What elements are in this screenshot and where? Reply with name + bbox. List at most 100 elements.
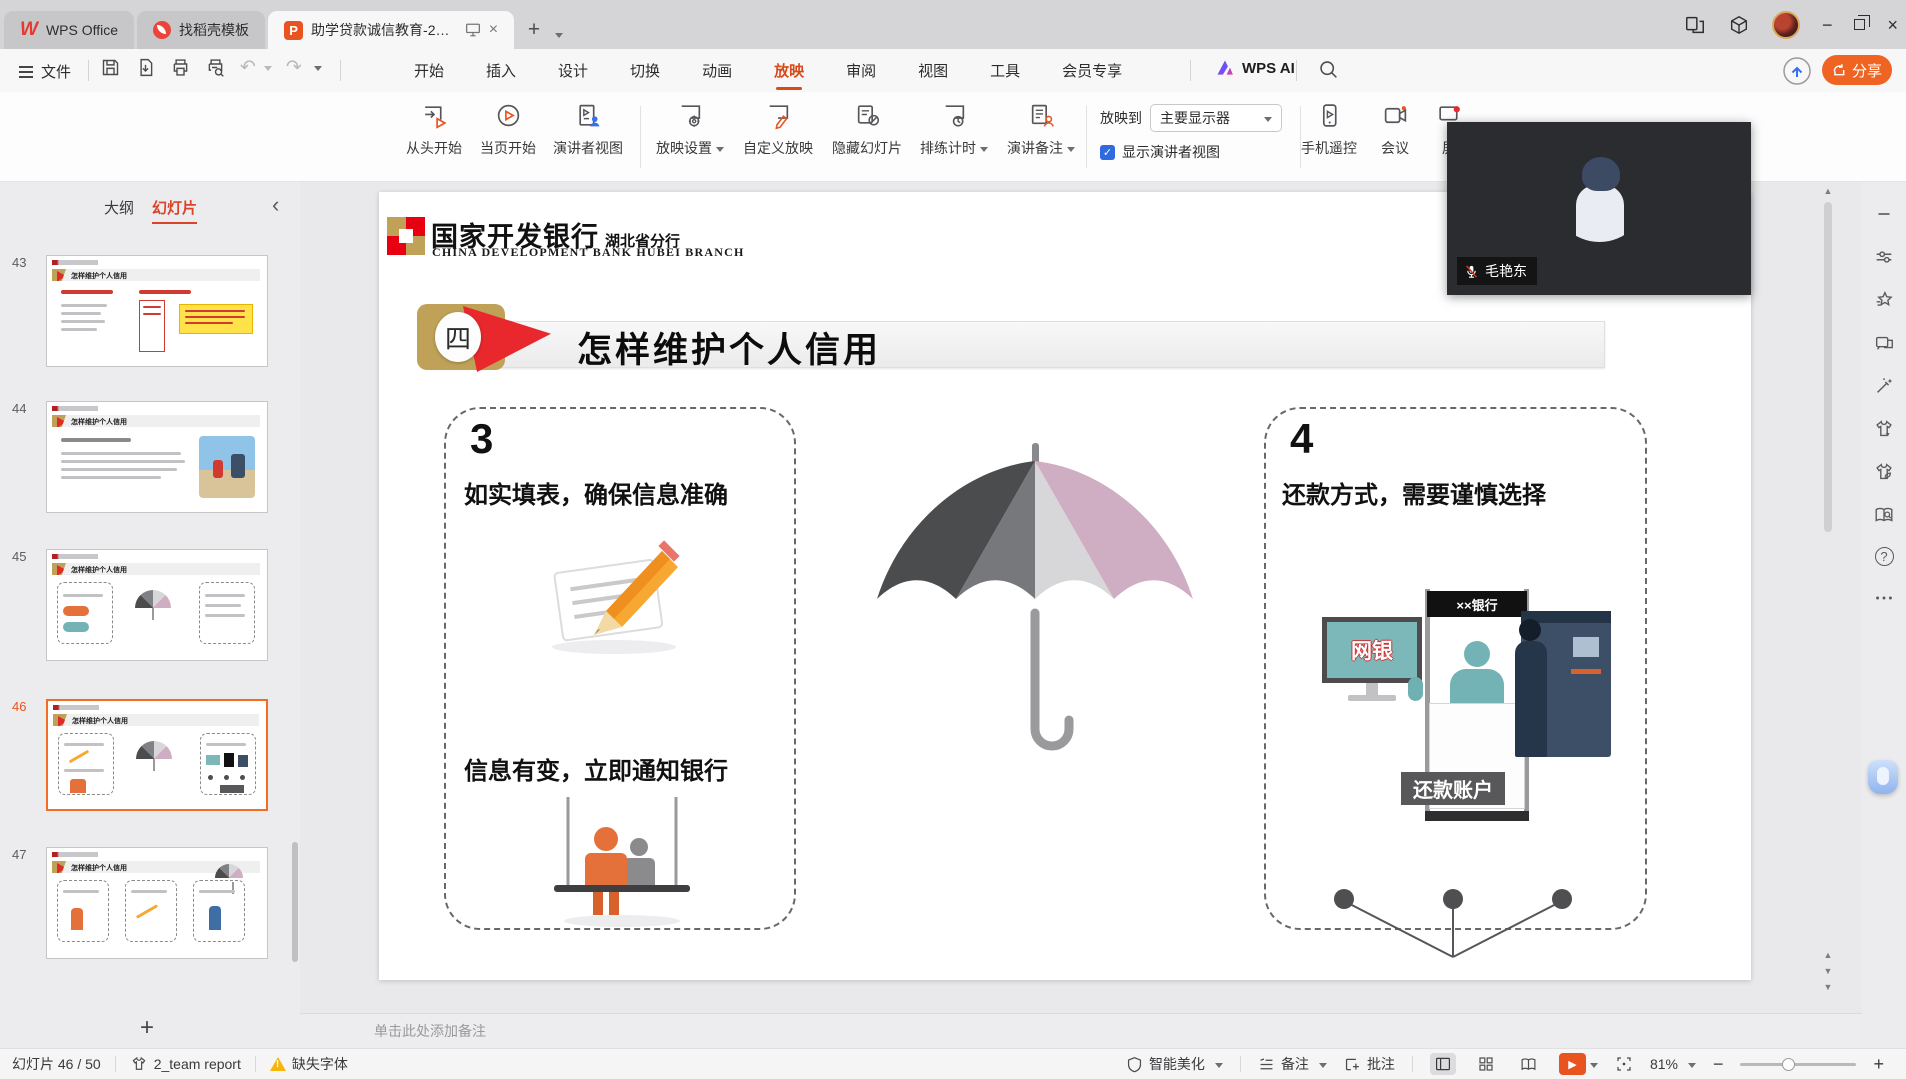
slide-45-thumbnail[interactable]: 怎样维护个人信用: [46, 549, 268, 661]
screen-clock-icon: [941, 102, 968, 129]
checkbox-checked-icon[interactable]: ✓: [1100, 145, 1115, 160]
workspace-cube-icon[interactable]: [1728, 14, 1750, 36]
undo-dropdown-icon[interactable]: [264, 66, 272, 75]
slide-47-thumbnail[interactable]: 怎样维护个人信用: [46, 847, 268, 959]
scrollbar-thumb[interactable]: [1824, 202, 1832, 532]
tab-insert[interactable]: 插入: [480, 51, 522, 90]
slide-sorter-view-button[interactable]: [1473, 1053, 1499, 1075]
collapse-panel-icon[interactable]: ‹: [272, 192, 279, 218]
notes-placeholder[interactable]: 单击此处添加备注: [300, 1013, 1862, 1048]
display-select[interactable]: 主要显示器: [1150, 104, 1282, 132]
slide-44-thumbnail[interactable]: 怎样维护个人信用: [46, 401, 268, 513]
zoom-slider[interactable]: [1740, 1063, 1856, 1066]
tab-review[interactable]: 审阅: [840, 51, 882, 90]
speaker-notes-button[interactable]: 演讲备注: [997, 102, 1085, 158]
tab-wps-office[interactable]: W WPS Office: [4, 11, 134, 49]
comment-button[interactable]: 批注: [1344, 1054, 1395, 1074]
eco-shirt-icon[interactable]: [1873, 461, 1895, 483]
search-icon[interactable]: [1318, 59, 1339, 80]
more-options-icon[interactable]: [1873, 587, 1895, 609]
tab-list-dropdown-icon[interactable]: [555, 33, 563, 42]
previous-slide-icon[interactable]: ▲: [1824, 950, 1833, 960]
zoom-slider-knob[interactable]: [1782, 1058, 1795, 1071]
user-avatar[interactable]: [1772, 11, 1800, 39]
tab-home[interactable]: 开始: [408, 51, 450, 90]
tab-slideshow[interactable]: 放映: [768, 51, 810, 90]
theme-shirt-icon[interactable]: [1873, 418, 1895, 440]
hide-slide-button[interactable]: 隐藏幻灯片: [823, 102, 911, 158]
meeting-button[interactable]: 会议: [1365, 102, 1425, 158]
undo-icon[interactable]: ↶: [240, 58, 256, 77]
quickbar-dropdown-icon[interactable]: [314, 66, 322, 75]
restore-button[interactable]: [1854, 19, 1865, 30]
present-monitor-icon[interactable]: [465, 23, 481, 37]
rehearse-timing-button[interactable]: 排练计时: [910, 102, 998, 158]
zoom-in-button[interactable]: +: [1873, 1054, 1884, 1075]
scroll-up-icon[interactable]: ▲: [1820, 186, 1836, 196]
print-icon[interactable]: [170, 57, 191, 78]
tab-view[interactable]: 视图: [912, 51, 954, 90]
normal-view-button[interactable]: [1430, 1053, 1456, 1075]
presenter-view-checkbox-row[interactable]: ✓ 显示演讲者视图: [1100, 142, 1220, 162]
tab-transition[interactable]: 切换: [624, 51, 666, 90]
scroll-down-icon[interactable]: ▼: [1824, 982, 1833, 992]
missing-font-warning[interactable]: 缺失字体: [270, 1054, 348, 1074]
export-pdf-icon[interactable]: [135, 57, 156, 78]
presenter-view-button[interactable]: 演讲者视图: [544, 102, 632, 158]
pointer-tool-widget[interactable]: [1868, 760, 1898, 794]
zoom-out-button[interactable]: −: [1713, 1054, 1724, 1075]
menubar: 文件 ↶ ↷ 开始 插入 设计 切换 动画 放映 审阅 视图 工具 会员专享: [0, 49, 1906, 92]
smart-beautify-button[interactable]: 智能美化: [1126, 1054, 1223, 1074]
collapse-strip-icon[interactable]: [1873, 203, 1895, 225]
outline-tab[interactable]: 大纲: [104, 197, 134, 218]
slide-thumbnail-row: 45 怎样维护个人信用: [0, 549, 300, 661]
tab-member[interactable]: 会员专享: [1056, 51, 1128, 90]
zoom-level[interactable]: 81%: [1650, 1056, 1696, 1072]
magic-wand-icon[interactable]: [1873, 375, 1895, 397]
add-slide-button[interactable]: +: [140, 1014, 154, 1042]
file-menu-button[interactable]: 文件: [10, 57, 79, 86]
close-window-button[interactable]: ×: [1887, 16, 1898, 34]
new-tab-button[interactable]: +: [519, 15, 549, 45]
print-preview-icon[interactable]: [205, 57, 226, 78]
ribbon-tab-strip: 开始 插入 设计 切换 动画 放映 审阅 视图 工具 会员专享: [408, 49, 1128, 92]
screen-pencil-icon: [765, 102, 792, 129]
slideshow-settings-button[interactable]: 放映设置: [646, 102, 734, 158]
cloud-upload-icon[interactable]: [1782, 56, 1812, 86]
reference-book-icon[interactable]: [1873, 504, 1895, 526]
reading-view-button[interactable]: [1516, 1053, 1542, 1075]
effects-star-icon[interactable]: [1873, 289, 1895, 311]
tab-animation[interactable]: 动画: [696, 51, 738, 90]
slide-46-thumbnail-selected[interactable]: 怎样维护个人信用: [46, 699, 268, 811]
help-icon[interactable]: ?: [1875, 547, 1894, 566]
dropdown-caret-icon: [1215, 1063, 1223, 1072]
next-slide-icon[interactable]: ▼: [1824, 966, 1833, 976]
webcam-overlay[interactable]: 毛艳东: [1447, 122, 1751, 295]
tab-current-document[interactable]: P 助学贷款诚信教育-202506.p ×: [268, 11, 514, 49]
current-slide[interactable]: 国家开发银行 湖北省分行 CHINA DEVELOPMENT BANK HUBE…: [379, 192, 1751, 980]
play-dropdown-icon[interactable]: [1590, 1063, 1598, 1072]
sidebar-scrollbar[interactable]: [292, 842, 298, 962]
slide-43-thumbnail[interactable]: 怎样维护个人信用: [46, 255, 268, 367]
panels-icon[interactable]: [1684, 14, 1706, 36]
minimize-button[interactable]: −: [1822, 16, 1833, 34]
layout-shapes-icon[interactable]: [1873, 332, 1895, 354]
tab-docer-templates[interactable]: 找稻壳模板: [137, 11, 265, 49]
theme-indicator[interactable]: 2_team report: [130, 1055, 241, 1073]
properties-sliders-icon[interactable]: [1873, 246, 1895, 268]
save-icon[interactable]: [100, 57, 121, 78]
wps-ai-button[interactable]: WPS AI: [1215, 58, 1295, 78]
canvas-scrollbar[interactable]: ▲ ▲ ▼ ▼: [1820, 186, 1836, 1006]
play-slideshow-button[interactable]: ▶: [1559, 1053, 1586, 1075]
notes-button[interactable]: 备注: [1258, 1054, 1327, 1074]
slides-tab[interactable]: 幻灯片: [152, 197, 197, 224]
start-from-current-button[interactable]: 当页开始: [464, 102, 552, 158]
tab-design[interactable]: 设计: [552, 51, 594, 90]
fit-to-window-icon[interactable]: [1615, 1055, 1633, 1073]
share-button[interactable]: 分享: [1822, 55, 1892, 85]
custom-slideshow-button[interactable]: 自定义放映: [734, 102, 822, 158]
tab-tools[interactable]: 工具: [984, 51, 1026, 90]
phone-remote-button[interactable]: 手机遥控: [1285, 102, 1373, 158]
close-tab-icon[interactable]: ×: [489, 21, 498, 39]
redo-icon[interactable]: ↷: [286, 58, 302, 77]
